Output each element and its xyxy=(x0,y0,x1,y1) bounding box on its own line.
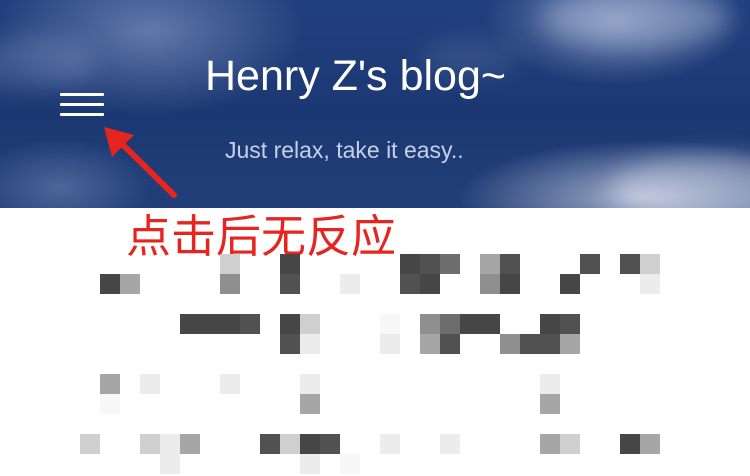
hamburger-menu-icon xyxy=(60,93,104,96)
obscured-content-pixel xyxy=(440,254,460,274)
obscured-content-pixel xyxy=(280,314,300,334)
obscured-content-pixel xyxy=(340,274,360,294)
obscured-content-pixel xyxy=(500,274,520,294)
obscured-content-pixel xyxy=(140,374,160,394)
header-cloud xyxy=(540,0,730,48)
obscured-content-pixel xyxy=(560,314,580,334)
obscured-content-pixel xyxy=(640,434,660,454)
header-cloud xyxy=(610,155,750,208)
obscured-content-pixel xyxy=(560,274,580,294)
obscured-content-pixel xyxy=(180,314,200,334)
obscured-content-pixel xyxy=(400,274,420,294)
obscured-content-pixel xyxy=(380,334,400,354)
obscured-content-pixel xyxy=(580,254,600,274)
obscured-content-pixel xyxy=(540,394,560,414)
obscured-content-pixel xyxy=(280,254,300,274)
obscured-content-pixel xyxy=(440,314,460,334)
obscured-content-pixel xyxy=(480,274,500,294)
obscured-content-pixel xyxy=(100,374,120,394)
obscured-content-pixel xyxy=(420,334,440,354)
obscured-content-pixel xyxy=(280,274,300,294)
obscured-content-pixel xyxy=(420,314,440,334)
obscured-content-pixel xyxy=(300,394,320,414)
obscured-content-pixel xyxy=(180,434,200,454)
obscured-content-pixel xyxy=(160,434,180,454)
obscured-content-pixel xyxy=(100,394,120,414)
obscured-content-pixel xyxy=(540,434,560,454)
obscured-content-pixel xyxy=(340,454,360,474)
obscured-content-pixel xyxy=(480,314,500,334)
blog-subtitle: Just relax, take it easy.. xyxy=(225,137,464,163)
obscured-content-pixel xyxy=(300,314,320,334)
obscured-content-pixel xyxy=(420,274,440,294)
obscured-content-pixel xyxy=(220,254,240,274)
obscured-content-pixel xyxy=(460,314,480,334)
obscured-content-pixel xyxy=(560,334,580,354)
obscured-content-pixel xyxy=(300,434,320,454)
obscured-content-pixel xyxy=(240,314,260,334)
hamburger-menu-icon xyxy=(60,103,104,106)
obscured-content-pixel xyxy=(540,314,560,334)
obscured-content-pixel xyxy=(160,454,180,474)
obscured-content-pixel xyxy=(300,454,320,474)
header-cloud xyxy=(0,35,95,90)
obscured-content-pixel xyxy=(100,274,120,294)
obscured-content-pixel xyxy=(640,254,660,274)
obscured-content-pixel xyxy=(140,434,160,454)
obscured-content-pixel xyxy=(560,434,580,454)
obscured-content-pixel xyxy=(520,334,540,354)
red-arrow-icon xyxy=(104,127,177,198)
obscured-content-pixel xyxy=(480,254,500,274)
hamburger-menu-icon xyxy=(60,113,104,116)
obscured-content-pixel xyxy=(300,334,320,354)
obscured-content-pixel xyxy=(500,254,520,274)
obscured-content-pixel xyxy=(540,334,560,354)
obscured-content-pixel xyxy=(640,274,660,294)
obscured-content-pixel xyxy=(380,434,400,454)
obscured-content-mosaic xyxy=(0,208,750,476)
blog-page: Henry Z's blog~ Just relax, take it easy… xyxy=(0,0,750,476)
obscured-content-pixel xyxy=(540,374,560,394)
obscured-content-pixel xyxy=(440,434,460,454)
obscured-content-pixel xyxy=(300,374,320,394)
obscured-content-pixel xyxy=(380,314,400,334)
obscured-content-pixel xyxy=(620,254,640,274)
obscured-content-pixel xyxy=(200,314,220,334)
obscured-content-pixel xyxy=(620,434,640,454)
obscured-content-pixel xyxy=(320,434,340,454)
obscured-content-pixel xyxy=(220,274,240,294)
blog-title: Henry Z's blog~ xyxy=(205,52,506,100)
obscured-content-pixel xyxy=(400,254,420,274)
obscured-content-pixel xyxy=(280,434,300,454)
obscured-content-pixel xyxy=(120,274,140,294)
obscured-content-pixel xyxy=(280,334,300,354)
obscured-content-pixel xyxy=(220,314,240,334)
obscured-content-pixel xyxy=(420,254,440,274)
obscured-content-pixel xyxy=(500,334,520,354)
obscured-content-pixel xyxy=(260,434,280,454)
obscured-content-pixel xyxy=(220,374,240,394)
obscured-content-pixel xyxy=(440,334,460,354)
obscured-content-pixel xyxy=(80,434,100,454)
